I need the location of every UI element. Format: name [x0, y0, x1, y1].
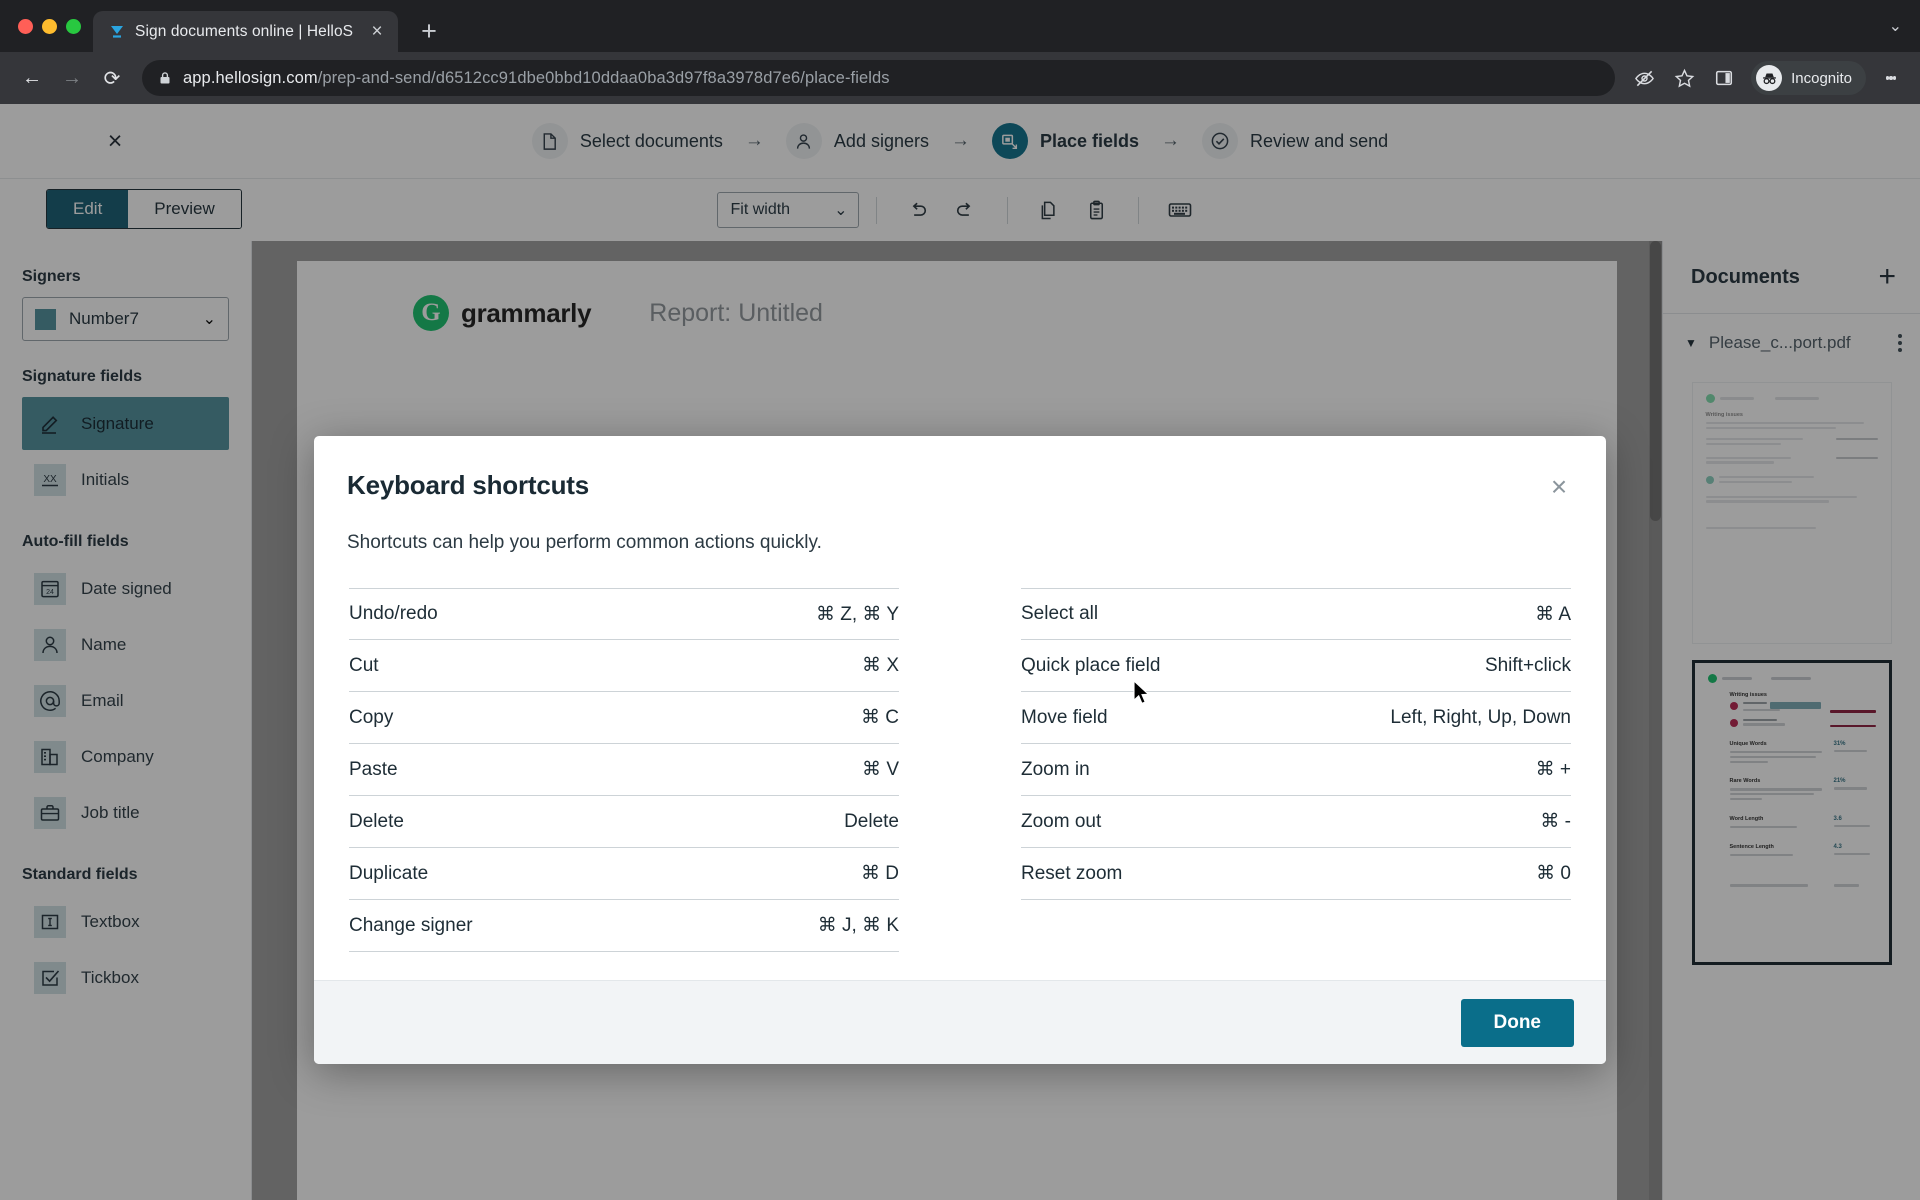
shortcut-action: Delete	[349, 810, 404, 832]
shortcut-row: Undo/redo ⌘ Z, ⌘ Y	[349, 588, 899, 640]
shortcuts-left-column: Undo/redo ⌘ Z, ⌘ Y Cut ⌘ X Copy ⌘ C Paste ⌘ …	[349, 588, 899, 952]
shortcut-keys: Left, Right, Up, Down	[1390, 706, 1571, 728]
shortcut-action: Paste	[349, 758, 398, 780]
eye-slash-icon[interactable]	[1627, 61, 1661, 95]
reload-button[interactable]: ⟳	[94, 60, 130, 96]
modal-footer: Done	[314, 980, 1606, 1064]
shortcut-action: Zoom in	[1021, 758, 1090, 780]
shortcut-keys: Delete	[844, 810, 899, 832]
lock-icon	[158, 71, 172, 85]
incognito-label: Incognito	[1791, 69, 1852, 87]
shortcut-row: Paste ⌘ V	[349, 744, 899, 796]
shortcut-row: Duplicate ⌘ D	[349, 848, 899, 900]
incognito-icon	[1756, 65, 1783, 91]
shortcuts-right-column: Select all ⌘ A Quick place field Shift+cli…	[1021, 588, 1571, 952]
minimize-window-button[interactable]	[42, 18, 57, 34]
tab-strip: Sign documents online | HelloS × + ⌄	[0, 0, 1920, 52]
shortcut-action: Quick place field	[1021, 654, 1161, 676]
shortcut-keys: ⌘ A	[1535, 603, 1571, 625]
shortcut-row: Delete Delete	[349, 796, 899, 848]
close-window-button[interactable]	[18, 18, 33, 34]
shortcut-row: Select all ⌘ A	[1021, 588, 1571, 640]
shortcut-keys: ⌘ 0	[1536, 863, 1571, 884]
side-panel-icon[interactable]	[1707, 61, 1741, 95]
omnibox-row: ← → ⟳ app.hellosign.com/prep-and-send/d6…	[0, 52, 1920, 104]
forward-navigation-button[interactable]: →	[54, 60, 90, 96]
shortcut-row: Zoom in ⌘ +	[1021, 744, 1571, 796]
shortcut-keys: ⌘ D	[861, 863, 899, 884]
shortcut-action: Cut	[349, 654, 379, 676]
shortcut-keys: ⌘ C	[861, 707, 899, 728]
tab-title: Sign documents online | HelloS	[135, 22, 354, 40]
close-modal-button[interactable]: ×	[1542, 470, 1576, 504]
shortcut-row: Copy ⌘ C	[349, 692, 899, 744]
modal-title: Keyboard shortcuts	[347, 470, 590, 500]
shortcut-keys: ⌘ Z, ⌘ Y	[815, 603, 899, 625]
done-button[interactable]: Done	[1460, 998, 1574, 1047]
shortcut-action: Change signer	[349, 914, 473, 936]
shortcut-keys: ⌘ V	[862, 759, 899, 780]
new-tab-button[interactable]: +	[412, 14, 446, 48]
shortcut-keys: ⌘ +	[1535, 759, 1571, 780]
tab-search-chevron-down-icon[interactable]: ⌄	[1889, 16, 1902, 36]
shortcut-keys: ⌘ -	[1540, 811, 1571, 832]
shortcut-row: Reset zoom ⌘ 0	[1021, 848, 1571, 900]
shortcut-keys: ⌘ X	[862, 655, 899, 676]
shortcut-action: Move field	[1021, 706, 1108, 728]
url-path: /prep-and-send/d6512cc91dbe0bbd10ddaa0ba…	[317, 68, 890, 87]
shortcut-action: Zoom out	[1021, 810, 1102, 832]
shortcut-row: Quick place field Shift+click	[1021, 640, 1571, 692]
shortcut-row: Cut ⌘ X	[349, 640, 899, 692]
shortcut-row: Zoom out ⌘ -	[1021, 796, 1571, 848]
modal-subtitle: Shortcuts can help you perform common ac…	[347, 532, 822, 553]
maximize-window-button[interactable]	[66, 18, 81, 34]
close-tab-button[interactable]: ×	[366, 21, 388, 43]
incognito-indicator[interactable]: Incognito	[1751, 61, 1866, 95]
browser-window: Sign documents online | HelloS × + ⌄ ← →…	[0, 0, 1920, 1200]
shortcut-keys: Shift+click	[1484, 654, 1571, 676]
shortcut-row: Move field Left, Right, Up, Down	[1021, 692, 1571, 744]
window-controls	[14, 0, 93, 52]
shortcut-row: Change signer ⌘ J, ⌘ K	[349, 900, 899, 952]
browser-tab[interactable]: Sign documents online | HelloS ×	[93, 11, 398, 52]
hellosign-logo-icon	[107, 22, 126, 41]
star-icon[interactable]	[1667, 61, 1701, 95]
omnibox-icons: Incognito	[1627, 61, 1906, 95]
tabstrip-right-controls: ⌄	[1889, 0, 1920, 52]
shortcut-action: Undo/redo	[349, 603, 438, 624]
url-host: app.hellosign.com	[183, 68, 318, 87]
shortcut-action: Reset zoom	[1021, 862, 1123, 884]
address-bar[interactable]: app.hellosign.com/prep-and-send/d6512cc9…	[142, 60, 1616, 96]
back-navigation-button[interactable]: ←	[14, 60, 50, 96]
shortcut-action: Copy	[349, 706, 394, 728]
shortcuts-columns: Undo/redo ⌘ Z, ⌘ Y Cut ⌘ X Copy ⌘ C Paste ⌘ …	[347, 588, 1573, 952]
url-text: app.hellosign.com/prep-and-send/d6512cc9…	[183, 69, 890, 88]
page-viewport: × Select documents → Add signers → Place…	[0, 104, 1920, 1200]
modal-body: Keyboard shortcuts × Shortcuts can help …	[314, 436, 1606, 980]
shortcut-action: Select all	[1021, 603, 1099, 624]
keyboard-shortcuts-modal: Keyboard shortcuts × Shortcuts can help …	[314, 436, 1606, 1064]
chrome-menu-button[interactable]	[1876, 61, 1906, 95]
shortcut-keys: ⌘ J, ⌘ K	[817, 915, 899, 936]
shortcut-action: Duplicate	[349, 862, 429, 884]
